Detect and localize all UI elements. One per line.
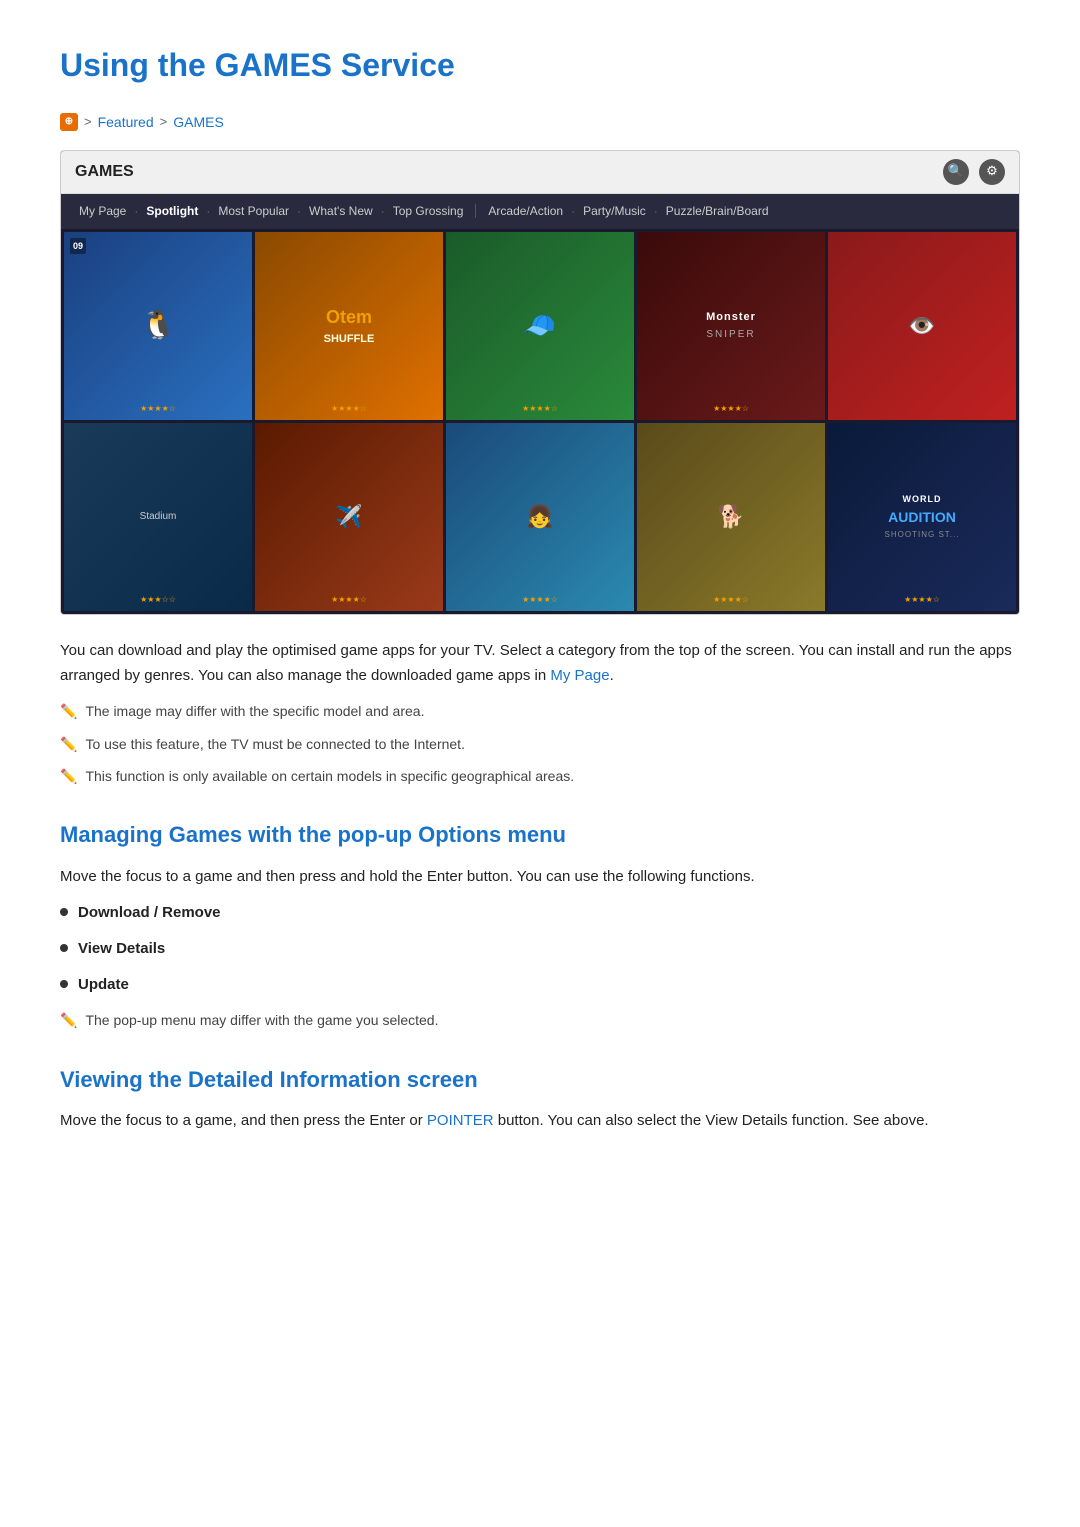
note-text: The image may differ with the specific m…	[85, 700, 424, 722]
note-text: This function is only available on certa…	[85, 765, 574, 787]
games-grid: 09 🐧 ★★★★☆ Otem SHUFFLE ★★★★☆ 🧢 ★★★★☆ Mo…	[61, 229, 1019, 614]
bullet-dot	[60, 944, 68, 952]
nav-puzzle: Puzzle/Brain/Board	[662, 200, 773, 223]
games-ui-mockup: GAMES 🔍 ⚙ My Page · Spotlight · Most Pop…	[60, 150, 1020, 615]
my-page-link[interactable]: My Page	[550, 667, 609, 684]
option-label: View Details	[78, 937, 165, 961]
games-ui-title: GAMES	[75, 159, 134, 185]
home-icon: ⊕	[60, 113, 78, 131]
pointer-link[interactable]: POINTER	[427, 1112, 494, 1129]
pencil-icon: ✏️	[60, 700, 77, 722]
section2-para: Move the focus to a game, and then press…	[60, 1109, 1020, 1134]
page-title: Using the GAMES Service	[60, 40, 1020, 91]
game-tile: 09 🐧 ★★★★☆	[64, 232, 252, 420]
nav-arcade-action: Arcade/Action	[484, 200, 567, 223]
pencil-icon: ✏️	[60, 733, 77, 755]
section2-intro-after: button. You can also select the View Det…	[494, 1112, 929, 1129]
bullet-dot	[60, 980, 68, 988]
note-item: ✏️ The image may differ with the specifi…	[60, 700, 1020, 722]
option-download-remove: Download / Remove	[60, 901, 1020, 925]
breadcrumb-featured[interactable]: Featured	[98, 111, 154, 133]
intro-section: You can download and play the optimised …	[60, 639, 1020, 788]
option-view-details: View Details	[60, 937, 1020, 961]
pencil-icon: ✏️	[60, 765, 77, 787]
game-tile: ✈️ ★★★★☆	[255, 423, 443, 611]
breadcrumb-sep1: >	[84, 112, 92, 133]
game-tile: Stadium ★★★☆☆	[64, 423, 252, 611]
nav-whats-new: What's New	[305, 200, 377, 223]
section2-intro-before: Move the focus to a game, and then press…	[60, 1112, 427, 1129]
note-item: ✏️ To use this feature, the TV must be c…	[60, 733, 1020, 755]
nav-party-music: Party/Music	[579, 200, 650, 223]
intro-paragraph: You can download and play the optimised …	[60, 639, 1020, 689]
options-list: Download / Remove View Details Update	[60, 901, 1020, 997]
bullet-dot	[60, 908, 68, 916]
nav-top-grossing: Top Grossing	[389, 200, 468, 223]
section2-title: Viewing the Detailed Information screen	[60, 1062, 1020, 1097]
section-managing-games: Managing Games with the pop-up Options m…	[60, 817, 1020, 1031]
breadcrumb-games[interactable]: GAMES	[173, 111, 224, 133]
note-text: To use this feature, the TV must be conn…	[85, 733, 465, 755]
nav-my-page: My Page	[75, 200, 130, 223]
note-item: ✏️ The pop-up menu may differ with the g…	[60, 1009, 1020, 1031]
game-tile: Otem SHUFFLE ★★★★☆	[255, 232, 443, 420]
game-tile: 👁️	[828, 232, 1016, 420]
nav-spotlight: Spotlight	[142, 200, 202, 223]
option-label: Download / Remove	[78, 901, 221, 925]
option-update: Update	[60, 973, 1020, 997]
settings-icon: ⚙	[979, 159, 1005, 185]
games-nav: My Page · Spotlight · Most Popular · Wha…	[61, 194, 1019, 229]
games-header: GAMES 🔍 ⚙	[61, 151, 1019, 194]
breadcrumb-sep2: >	[160, 112, 168, 133]
nav-most-popular: Most Popular	[214, 200, 293, 223]
section1-notes: ✏️ The pop-up menu may differ with the g…	[60, 1009, 1020, 1031]
game-tile: 🧢 ★★★★☆	[446, 232, 634, 420]
section1-title: Managing Games with the pop-up Options m…	[60, 817, 1020, 852]
section1-intro: Move the focus to a game and then press …	[60, 865, 1020, 890]
game-tile: 🐕 ★★★★☆	[637, 423, 825, 611]
game-tile: 👧 ★★★★☆	[446, 423, 634, 611]
note-item: ✏️ This function is only available on ce…	[60, 765, 1020, 787]
note-text: The pop-up menu may differ with the game…	[85, 1009, 438, 1031]
pencil-icon: ✏️	[60, 1009, 77, 1031]
section-viewing-details: Viewing the Detailed Information screen …	[60, 1062, 1020, 1134]
game-tile: WORLD AUDITION SHOOTING ST... ★★★★☆	[828, 423, 1016, 611]
game-tile: Monster SNIPER ★★★★☆	[637, 232, 825, 420]
notes-list: ✏️ The image may differ with the specifi…	[60, 700, 1020, 787]
breadcrumb: ⊕ > Featured > GAMES	[60, 111, 1020, 133]
games-header-icons: 🔍 ⚙	[943, 159, 1005, 185]
option-label: Update	[78, 973, 129, 997]
search-icon: 🔍	[943, 159, 969, 185]
